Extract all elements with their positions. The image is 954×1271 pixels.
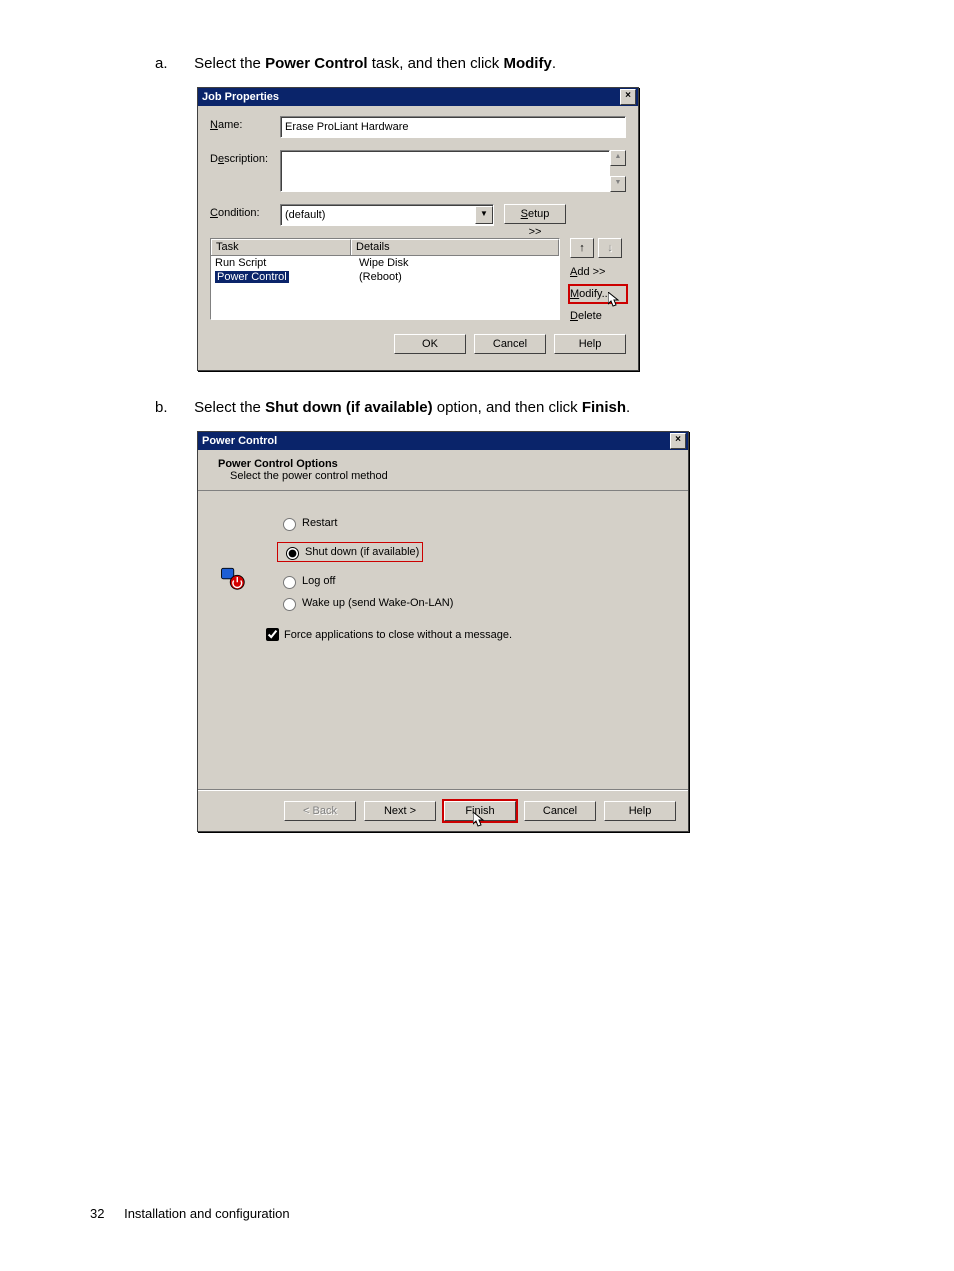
force-close-checkbox[interactable]: Force applications to close without a me… bbox=[262, 625, 658, 644]
dialog-title: Power Control bbox=[202, 435, 277, 447]
next-button[interactable]: Next > bbox=[364, 801, 436, 821]
power-control-dialog: Power Control × Power Control Options Se… bbox=[197, 431, 689, 832]
setup-button[interactable]: Setup >> bbox=[504, 204, 566, 224]
radio-wol[interactable]: Wake up (send Wake-On-LAN) bbox=[278, 595, 658, 611]
page-footer: 32 Installation and configuration bbox=[90, 1206, 290, 1221]
table-row[interactable]: Power Control (Reboot) bbox=[211, 270, 559, 284]
task-column-header: Task bbox=[211, 239, 351, 255]
wizard-subheading: Select the power control method bbox=[218, 470, 668, 482]
dialog-title: Job Properties bbox=[202, 91, 279, 103]
radio-restart[interactable]: Restart bbox=[278, 515, 658, 531]
cancel-button[interactable]: Cancel bbox=[524, 801, 596, 821]
close-icon[interactable]: × bbox=[620, 89, 636, 105]
name-input[interactable] bbox=[280, 116, 626, 138]
instruction-b: b. Select the Shut down (if available) o… bbox=[155, 399, 864, 416]
scroll-down-icon[interactable]: ▼ bbox=[610, 176, 626, 192]
finish-button[interactable]: Finish bbox=[444, 801, 516, 821]
instruction-letter: a. bbox=[155, 55, 190, 72]
job-properties-dialog: Job Properties × Name: Description: ▲ ▼ … bbox=[197, 87, 639, 371]
wizard-heading: Power Control Options bbox=[218, 458, 668, 470]
help-button[interactable]: Help bbox=[554, 334, 626, 354]
chevron-down-icon: ▼ bbox=[475, 206, 493, 224]
table-row[interactable]: Run Script Wipe Disk bbox=[211, 256, 559, 270]
description-textarea[interactable] bbox=[280, 150, 610, 192]
radio-logoff[interactable]: Log off bbox=[278, 573, 658, 589]
task-list[interactable]: Task Details Run Script Wipe Disk Power … bbox=[210, 238, 560, 320]
cursor-icon bbox=[608, 292, 622, 308]
condition-label: Condition: bbox=[210, 204, 280, 219]
add-button[interactable]: Add >> bbox=[570, 264, 626, 280]
page-number: 32 bbox=[90, 1206, 104, 1221]
titlebar: Power Control × bbox=[198, 432, 688, 450]
back-button: < Back bbox=[284, 801, 356, 821]
help-button[interactable]: Help bbox=[604, 801, 676, 821]
move-down-button: ↓ bbox=[598, 238, 622, 258]
instruction-text: Select the Power Control task, and then … bbox=[194, 55, 556, 72]
name-label: Name: bbox=[210, 116, 280, 131]
move-up-button[interactable]: ↑ bbox=[570, 238, 594, 258]
instruction-letter: b. bbox=[155, 399, 190, 416]
instruction-a: a. Select the Power Control task, and th… bbox=[155, 55, 864, 72]
cursor-icon bbox=[473, 812, 487, 828]
instruction-text: Select the Shut down (if available) opti… bbox=[194, 399, 630, 416]
details-column-header: Details bbox=[351, 239, 559, 255]
ok-button[interactable]: OK bbox=[394, 334, 466, 354]
close-icon[interactable]: × bbox=[670, 433, 686, 449]
section-name: Installation and configuration bbox=[124, 1206, 290, 1221]
scroll-up-icon[interactable]: ▲ bbox=[610, 150, 626, 166]
condition-dropdown[interactable]: (default) ▼ bbox=[280, 204, 494, 226]
cancel-button[interactable]: Cancel bbox=[474, 334, 546, 354]
modify-button[interactable]: Modify... bbox=[570, 286, 626, 302]
titlebar: Job Properties × bbox=[198, 88, 638, 106]
radio-shutdown[interactable]: Shut down (if available) bbox=[278, 543, 422, 561]
delete-button[interactable]: Delete bbox=[570, 308, 626, 324]
power-icon bbox=[218, 563, 246, 591]
description-label: Description: bbox=[210, 150, 280, 165]
